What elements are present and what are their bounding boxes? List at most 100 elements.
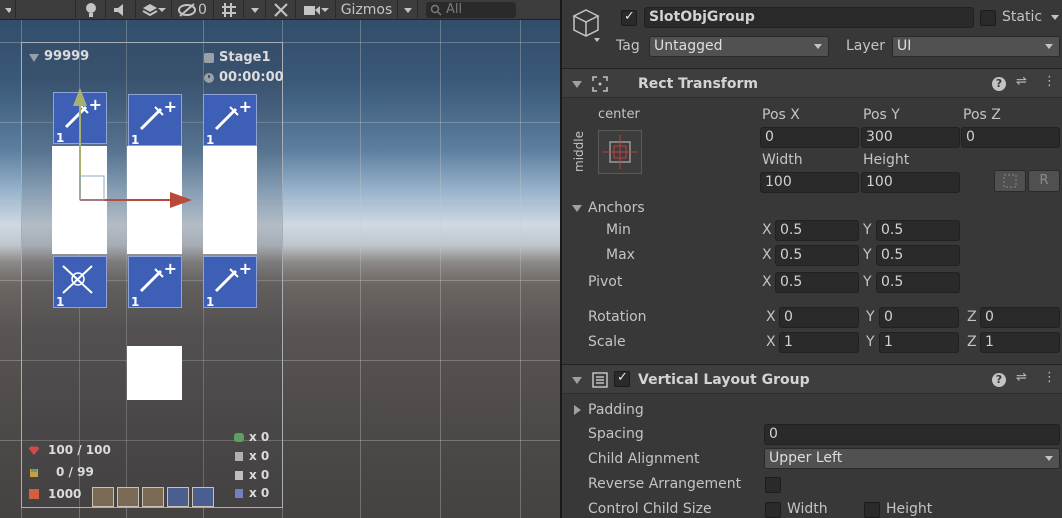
pivot-x-value: 0.5 bbox=[780, 274, 803, 290]
slot-bottom-1[interactable]: 1 bbox=[53, 256, 107, 309]
quick-slot-1[interactable] bbox=[92, 487, 114, 507]
reverse-arrangement-checkbox[interactable] bbox=[765, 477, 781, 493]
active-checkbox[interactable] bbox=[621, 9, 637, 26]
camera-dropdown[interactable] bbox=[296, 0, 336, 20]
quick-slot-3[interactable] bbox=[142, 487, 164, 507]
gizmos-button[interactable]: Gizmos bbox=[336, 0, 398, 20]
stage-value: Stage1 bbox=[219, 50, 271, 65]
rotation-x-value: 0 bbox=[784, 309, 793, 325]
kebab-menu-icon[interactable]: ⋮ bbox=[1043, 370, 1056, 385]
object-name-field[interactable]: SlotObjGroup bbox=[644, 7, 974, 28]
lightbulb-icon bbox=[85, 2, 96, 17]
anchor-min-x-value: 0.5 bbox=[780, 222, 803, 238]
counter-value: x 0 bbox=[249, 486, 270, 500]
move-gizmo[interactable] bbox=[70, 86, 196, 212]
rotation-y-field[interactable]: 0 bbox=[879, 307, 959, 328]
control-height-checkbox[interactable] bbox=[864, 502, 880, 518]
anchors-foldout-icon[interactable] bbox=[572, 205, 582, 212]
pos-x-value: 0 bbox=[765, 129, 774, 145]
lighting-toggle[interactable] bbox=[76, 0, 106, 20]
child-alignment-dropdown[interactable]: Upper Left bbox=[764, 448, 1060, 469]
timer-display: 00:00:00 bbox=[203, 70, 284, 85]
anchors-label[interactable]: Anchors bbox=[588, 200, 645, 216]
grid-toggle[interactable] bbox=[214, 0, 244, 20]
gem-icon bbox=[29, 53, 39, 62]
scene-search-input[interactable]: All bbox=[426, 1, 516, 18]
vertical-layout-icon bbox=[592, 372, 608, 388]
anchor-min-x-field[interactable]: 0.5 bbox=[775, 220, 859, 241]
counter-3: x 0 bbox=[233, 468, 269, 482]
slot-top-3[interactable]: + 1 bbox=[203, 94, 257, 147]
effects-toggle[interactable] bbox=[136, 0, 172, 20]
layer-label: Layer bbox=[846, 38, 886, 54]
pos-y-field[interactable]: 300 bbox=[861, 127, 960, 148]
control-width-label: Width bbox=[787, 501, 828, 517]
vertical-layout-header[interactable]: Vertical Layout Group ? ⇌ ⋮ bbox=[562, 364, 1062, 394]
tag-dropdown[interactable]: Untagged bbox=[649, 36, 829, 57]
anchor-presets-button[interactable] bbox=[598, 130, 642, 174]
raw-edit-button[interactable]: R bbox=[1028, 170, 1060, 192]
audio-toggle[interactable] bbox=[106, 0, 136, 20]
preset-icon[interactable]: ⇌ bbox=[1016, 370, 1027, 385]
hidden-objects-toggle[interactable]: 0 bbox=[172, 0, 214, 20]
slot-bottom-2[interactable]: + 1 bbox=[128, 256, 182, 309]
2d-toggle[interactable] bbox=[16, 0, 76, 20]
spacing-label: Spacing bbox=[588, 426, 644, 442]
rect-transform-icon bbox=[592, 76, 608, 92]
tag-label: Tag bbox=[616, 38, 640, 54]
search-placeholder: All bbox=[446, 2, 463, 17]
counter-1: x 0 bbox=[233, 430, 269, 444]
shield-icon bbox=[235, 489, 243, 498]
width-field[interactable]: 100 bbox=[760, 172, 859, 193]
anchor-vertical-label: middle bbox=[572, 131, 586, 172]
quick-slot-2[interactable] bbox=[117, 487, 139, 507]
grid-dropdown[interactable] bbox=[244, 0, 266, 20]
pivot-x-field[interactable]: 0.5 bbox=[775, 272, 859, 293]
rect-transform-header[interactable]: Rect Transform ? ⇌ ⋮ bbox=[562, 68, 1062, 98]
scale-x-field[interactable]: 1 bbox=[779, 332, 859, 353]
layer-dropdown[interactable]: UI bbox=[892, 36, 1060, 57]
padding-label[interactable]: Padding bbox=[588, 402, 644, 418]
rotation-x-field[interactable]: 0 bbox=[779, 307, 859, 328]
scene-view[interactable]: 0 Gizmos All 99999 Stage1 00:00:00 + 1 1… bbox=[0, 0, 560, 518]
spacing-field[interactable]: 0 bbox=[764, 424, 1060, 445]
tag-value: Untagged bbox=[654, 38, 723, 54]
pos-x-field[interactable]: 0 bbox=[760, 127, 859, 148]
tools-toggle[interactable] bbox=[266, 0, 296, 20]
hidden-count: 0 bbox=[198, 1, 207, 18]
rotation-z-value: 0 bbox=[985, 309, 994, 325]
quick-slot-5[interactable] bbox=[192, 487, 214, 507]
anchor-max-x-field[interactable]: 0.5 bbox=[775, 245, 859, 266]
y-axis-arrow-icon bbox=[73, 88, 87, 106]
vertical-layout-enabled-checkbox[interactable] bbox=[614, 370, 630, 387]
capacity-display: 0 / 99 bbox=[28, 465, 94, 479]
static-checkbox[interactable] bbox=[980, 10, 996, 26]
quick-slot-4[interactable] bbox=[167, 487, 189, 507]
rotation-z-field[interactable]: 0 bbox=[980, 307, 1060, 328]
gizmos-dropdown[interactable] bbox=[398, 0, 418, 20]
anchor-max-y-field[interactable]: 0.5 bbox=[876, 245, 960, 266]
height-field[interactable]: 100 bbox=[861, 172, 960, 193]
robot-icon bbox=[235, 471, 243, 480]
blueprint-mode-button[interactable] bbox=[994, 170, 1026, 192]
padding-foldout-icon[interactable] bbox=[574, 405, 581, 415]
pos-z-field[interactable]: 0 bbox=[961, 127, 1060, 148]
kebab-menu-icon[interactable]: ⋮ bbox=[1043, 74, 1056, 89]
preset-icon[interactable]: ⇌ bbox=[1016, 74, 1027, 89]
anchor-max-y-value: 0.5 bbox=[881, 247, 904, 263]
syringe-icon bbox=[139, 268, 164, 293]
help-icon[interactable]: ? bbox=[992, 373, 1006, 387]
chevron-down-icon[interactable] bbox=[1050, 14, 1060, 22]
min-label: Min bbox=[606, 222, 631, 238]
slot-bottom-3[interactable]: + 1 bbox=[203, 256, 257, 309]
max-y-axis-label: Y bbox=[863, 247, 872, 263]
rot-x-axis-label: X bbox=[766, 309, 776, 325]
scale-y-field[interactable]: 1 bbox=[879, 332, 959, 353]
help-icon[interactable]: ? bbox=[992, 77, 1006, 91]
heart-icon bbox=[29, 446, 39, 455]
draw-mode-dropdown[interactable] bbox=[0, 0, 16, 20]
pivot-y-field[interactable]: 0.5 bbox=[876, 272, 960, 293]
anchor-min-y-field[interactable]: 0.5 bbox=[876, 220, 960, 241]
control-width-checkbox[interactable] bbox=[765, 502, 781, 518]
scale-z-field[interactable]: 1 bbox=[980, 332, 1060, 353]
